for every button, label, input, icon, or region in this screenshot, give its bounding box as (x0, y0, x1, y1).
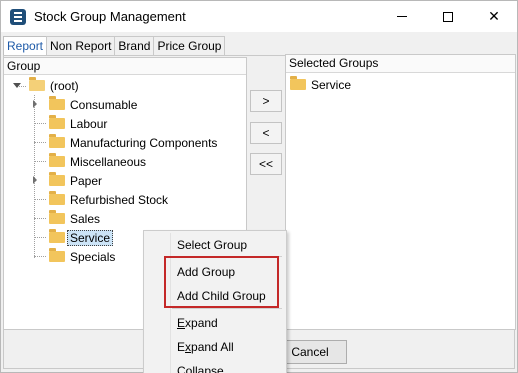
menu-item-add-group[interactable]: Add Group (177, 265, 235, 279)
tree-item-label: Consumable (70, 97, 138, 112)
tree-item-label: Specials (70, 249, 116, 264)
tree-item-label-selected: Service (67, 229, 114, 246)
menu-item-prefix: E (177, 340, 186, 354)
menu-item-rest: pand All (191, 340, 234, 354)
selected-item-label: Service (311, 77, 352, 92)
tree-item-refurbished-stock[interactable]: Refurbished Stock (34, 190, 168, 209)
menu-item-collapse[interactable]: Collapse (177, 364, 224, 373)
title-bar: Stock Group Management ✕ (1, 1, 517, 32)
tree-item-labour[interactable]: Labour (34, 114, 107, 133)
menu-separator (172, 308, 282, 309)
collapse-icon[interactable] (13, 83, 21, 88)
folder-icon (49, 191, 65, 205)
remove-all-button[interactable]: << (250, 153, 282, 175)
tab-non-report[interactable]: Non Report (46, 36, 116, 55)
remove-group-button[interactable]: < (250, 122, 282, 144)
tree-item-consumable[interactable]: Consumable (33, 95, 138, 114)
tree-line (34, 161, 46, 162)
tree-line (34, 218, 46, 219)
tree-line (34, 142, 46, 143)
menu-icon-strip (170, 233, 171, 373)
folder-icon (49, 134, 65, 148)
tab-strip: Report Non Report Brand Price Group (3, 36, 226, 56)
folder-open-icon (29, 77, 45, 91)
folder-icon (49, 229, 65, 243)
tree-item-label: Refurbished Stock (70, 192, 169, 207)
tree-item-miscellaneous[interactable]: Miscellaneous (34, 152, 146, 171)
tree-item-label: Sales (70, 211, 101, 226)
menu-item-add-child-group[interactable]: Add Child Group (177, 289, 266, 303)
tree-item-label: Paper (70, 173, 103, 188)
tree-line (34, 123, 46, 124)
selected-groups-header: Selected Groups (286, 55, 515, 73)
folder-icon (49, 172, 65, 186)
expand-icon[interactable] (33, 100, 37, 108)
menu-item-rest: xpand (185, 316, 218, 330)
tree-item-label: Miscellaneous (70, 154, 147, 169)
selected-groups-panel[interactable]: Selected Groups Service (285, 54, 516, 330)
folder-icon (49, 248, 65, 262)
tree-item-service[interactable]: Service (34, 228, 114, 247)
maximize-icon (443, 11, 453, 22)
group-header: Group (4, 58, 246, 75)
tree-item-paper[interactable]: Paper (33, 171, 103, 190)
window-title: Stock Group Management (34, 9, 186, 24)
maximize-button[interactable] (425, 1, 471, 32)
folder-icon (49, 153, 65, 167)
tree-root[interactable]: (root) (13, 76, 79, 95)
tree-item-manufacturing-components[interactable]: Manufacturing Components (34, 133, 217, 152)
tree-line (34, 237, 46, 238)
menu-separator (172, 256, 282, 257)
tree-line (34, 199, 46, 200)
stock-group-window: Stock Group Management ✕ Report Non Repo… (0, 0, 518, 373)
menu-accel: E (177, 316, 186, 330)
tab-price-group[interactable]: Price Group (153, 36, 226, 55)
selected-item-service[interactable]: Service (290, 75, 351, 94)
close-button[interactable]: ✕ (471, 1, 517, 32)
app-icon (10, 9, 26, 25)
minimize-icon (397, 16, 407, 17)
menu-item-expand[interactable]: Expand (177, 316, 218, 330)
tree-item-sales[interactable]: Sales (34, 209, 100, 228)
menu-item-expand-all[interactable]: Expand All (177, 340, 234, 354)
minimize-button[interactable] (379, 1, 425, 32)
expand-icon[interactable] (33, 176, 37, 184)
tree-item-label: Manufacturing Components (70, 135, 218, 150)
tree-root-label: (root) (50, 78, 79, 93)
tab-report[interactable]: Report (3, 36, 48, 56)
folder-icon (49, 115, 65, 129)
tree-item-label: Labour (70, 116, 108, 131)
folder-icon (49, 210, 65, 224)
menu-item-select-group[interactable]: Select Group (177, 238, 247, 252)
add-group-button[interactable]: > (250, 90, 282, 112)
close-icon: ✕ (488, 8, 500, 24)
folder-icon (290, 76, 306, 90)
tree-line (34, 256, 46, 257)
context-menu: Select Group Add Group Add Child Group E… (143, 230, 287, 373)
tree-item-specials[interactable]: Specials (34, 247, 115, 266)
folder-icon (49, 96, 65, 110)
tab-brand[interactable]: Brand (114, 36, 155, 55)
